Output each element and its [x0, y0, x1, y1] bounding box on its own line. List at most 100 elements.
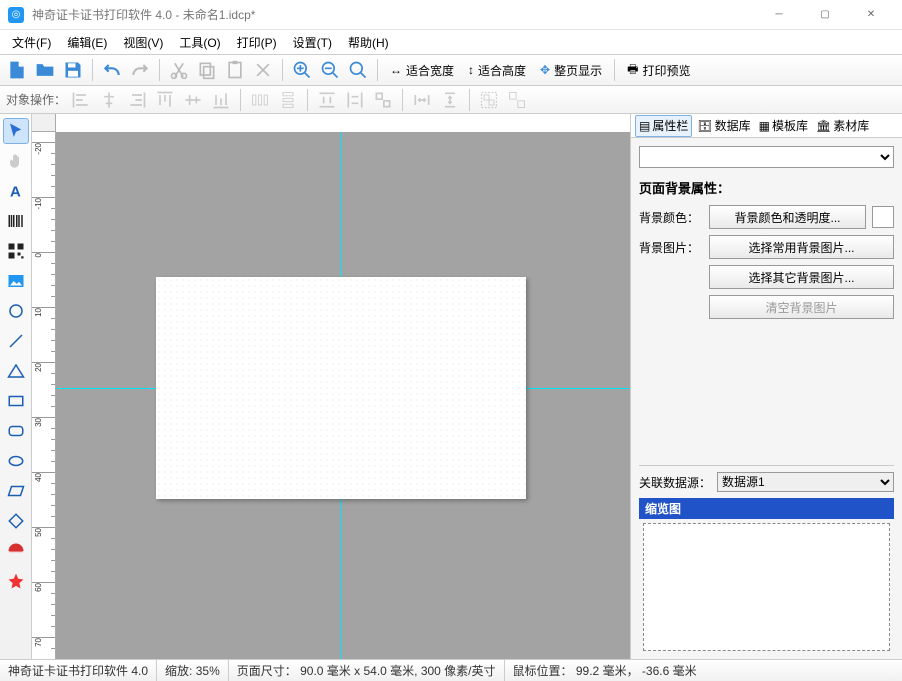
same-height-button[interactable] [342, 87, 368, 113]
status-app: 神奇证卡证书打印软件 4.0 [0, 660, 157, 681]
star-tool[interactable] [3, 568, 29, 594]
menu-view[interactable]: 视图(V) [115, 32, 171, 53]
align-top-button[interactable] [152, 87, 178, 113]
stamp-tool[interactable] [3, 538, 29, 564]
close-button[interactable]: ✕ [848, 0, 894, 30]
ellipse-tool[interactable] [3, 448, 29, 474]
open-button[interactable] [32, 57, 58, 83]
fit-width-label: 适合宽度 [406, 62, 454, 79]
thumbnail-section: 缩览图 [639, 498, 894, 655]
align-bottom-button[interactable] [208, 87, 234, 113]
menu-settings[interactable]: 设置(T) [285, 32, 340, 53]
bg-color-swatch[interactable] [872, 206, 894, 228]
align-right-button[interactable] [124, 87, 150, 113]
line-tool[interactable] [3, 328, 29, 354]
select-tool[interactable] [3, 118, 29, 144]
circle-tool[interactable] [3, 298, 29, 324]
save-button[interactable] [60, 57, 86, 83]
ungroup-button[interactable] [504, 87, 530, 113]
paste-button[interactable] [222, 57, 248, 83]
menu-edit[interactable]: 编辑(E) [59, 32, 115, 53]
same-width-button[interactable] [314, 87, 340, 113]
minimize-button[interactable]: ─ [756, 0, 802, 30]
fit-height-button[interactable]: ↕适合高度 [462, 57, 532, 83]
hand-tool[interactable] [3, 148, 29, 174]
space-h-button[interactable] [409, 87, 435, 113]
titlebar: ◎ 神奇证卡证书打印软件 4.0 - 未命名1.idcp* ─ ▢ ✕ [0, 0, 902, 30]
bg-color-label: 背景颜色： [639, 209, 703, 226]
redo-button[interactable] [127, 57, 153, 83]
bg-image-other-button[interactable]: 选择其它背景图片... [709, 265, 894, 289]
zoom-in-button[interactable] [289, 57, 315, 83]
roundrect-tool[interactable] [3, 418, 29, 444]
group-button[interactable] [476, 87, 502, 113]
align-left-button[interactable] [68, 87, 94, 113]
barcode-tool[interactable] [3, 208, 29, 234]
zoom-out-button[interactable] [317, 57, 343, 83]
distribute-v-button[interactable] [275, 87, 301, 113]
object-select[interactable] [639, 146, 894, 168]
template-icon: ▦ [759, 119, 770, 133]
tab-templates[interactable]: ▦模板库 [756, 115, 811, 137]
tab-assets[interactable]: 🏛素材库 [813, 115, 872, 137]
page[interactable] [156, 277, 526, 499]
parallelogram-tool[interactable] [3, 478, 29, 504]
fit-width-button[interactable]: ↔适合宽度 [384, 57, 460, 83]
distribute-h-button[interactable] [247, 87, 273, 113]
space-v-button[interactable] [437, 87, 463, 113]
tab-properties[interactable]: ▤属性栏 [635, 115, 692, 137]
assoc-datasource-select[interactable]: 数据源1 [717, 472, 894, 492]
status-mouse: 鼠标位置： 99.2 毫米， -36.6 毫米 [505, 660, 705, 681]
ruler-vertical[interactable]: -20-10010203040506070 [32, 132, 56, 659]
statusbar: 神奇证卡证书打印软件 4.0 缩放: 35% 页面尺寸： 90.0 毫米 x 5… [0, 659, 902, 681]
bg-image-label: 背景图片： [639, 239, 703, 256]
doc-name: 未命名1.idcp* [183, 8, 256, 22]
printer-icon: 🖶 [627, 60, 638, 81]
object-ops-label: 对象操作： [6, 91, 66, 108]
zoom-reset-button[interactable] [345, 57, 371, 83]
status-zoom: 缩放: 35% [157, 660, 229, 681]
image-tool[interactable] [3, 268, 29, 294]
thumbnail-title: 缩览图 [639, 498, 894, 519]
cut-button[interactable] [166, 57, 192, 83]
copy-button[interactable] [194, 57, 220, 83]
full-page-label: 整页显示 [554, 62, 602, 79]
delete-button[interactable] [250, 57, 276, 83]
database-icon: 🗄 [697, 119, 712, 133]
tool-tray: A [0, 114, 32, 659]
print-preview-button[interactable]: 🖶打印预览 [621, 57, 696, 83]
tab-database[interactable]: 🗄数据库 [694, 115, 753, 137]
full-page-icon: ✥ [540, 63, 550, 77]
qrcode-tool[interactable] [3, 238, 29, 264]
same-size-button[interactable] [370, 87, 396, 113]
maximize-button[interactable]: ▢ [802, 0, 848, 30]
window-title: 神奇证卡证书打印软件 4.0 - 未命名1.idcp* [32, 6, 756, 23]
object-ops-toolbar: 对象操作： [0, 86, 902, 114]
workspace: A -100102030405060708090100110120130 -20… [0, 114, 902, 659]
undo-button[interactable] [99, 57, 125, 83]
menu-print[interactable]: 打印(P) [229, 32, 285, 53]
new-button[interactable] [4, 57, 30, 83]
assoc-label: 关联数据源： [639, 474, 711, 491]
menu-file[interactable]: 文件(F) [4, 32, 59, 53]
print-preview-label: 打印预览 [642, 62, 690, 79]
fit-height-label: 适合高度 [478, 62, 526, 79]
right-panel: ▤属性栏 🗄数据库 ▦模板库 🏛素材库 页面背景属性： 背景颜色： 背景颜色和透… [630, 114, 902, 659]
status-page-size: 页面尺寸： 90.0 毫米 x 54.0 毫米, 300 像素/英寸 [229, 660, 505, 681]
menu-help[interactable]: 帮助(H) [340, 32, 397, 53]
align-center-v-button[interactable] [180, 87, 206, 113]
full-page-button[interactable]: ✥ 整页显示 [534, 57, 608, 83]
menu-tool[interactable]: 工具(O) [171, 32, 228, 53]
canvas-area: -100102030405060708090100110120130 -20-1… [32, 114, 630, 659]
align-center-h-button[interactable] [96, 87, 122, 113]
bg-image-clear-button[interactable]: 清空背景图片 [709, 295, 894, 319]
rect-tool[interactable] [3, 388, 29, 414]
menubar: 文件(F) 编辑(E) 视图(V) 工具(O) 打印(P) 设置(T) 帮助(H… [0, 30, 902, 54]
bg-image-common-button[interactable]: 选择常用背景图片... [709, 235, 894, 259]
canvas-viewport[interactable] [56, 132, 630, 659]
right-panel-tabs: ▤属性栏 🗄数据库 ▦模板库 🏛素材库 [631, 114, 902, 138]
triangle-tool[interactable] [3, 358, 29, 384]
diamond-tool[interactable] [3, 508, 29, 534]
text-tool[interactable]: A [3, 178, 29, 204]
bg-color-button[interactable]: 背景颜色和透明度... [709, 205, 866, 229]
